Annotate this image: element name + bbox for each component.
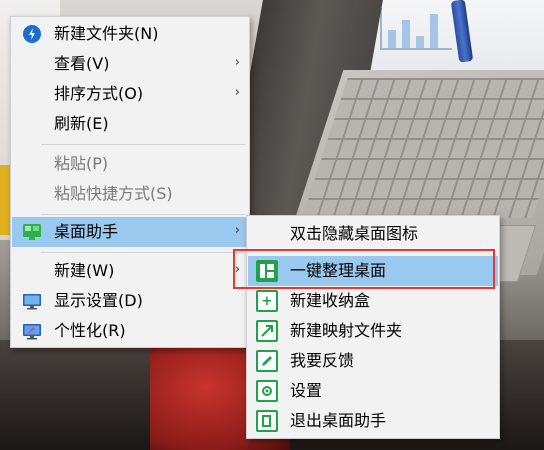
desktop-assistant-icon (22, 222, 42, 242)
submenu-item-feedback[interactable]: 我要反馈 (248, 346, 498, 376)
submenu-item-hide-desktop-icons[interactable]: 双击隐藏桌面图标 (248, 219, 498, 249)
menu-item-desktop-assistant[interactable]: 桌面助手 › (12, 217, 248, 247)
feedback-icon (256, 350, 278, 372)
map-folder-icon (256, 320, 278, 342)
annotation-highlight-box (233, 249, 495, 289)
submenu-item-new-mapped-folder[interactable]: 新建映射文件夹 (248, 316, 498, 346)
submenu-item-settings[interactable]: 设置 (248, 376, 498, 406)
menu-separator (41, 144, 245, 145)
menu-separator (41, 252, 245, 253)
personalize-icon (22, 321, 42, 341)
exit-icon (256, 410, 278, 432)
menu-item-sort-by[interactable]: 排序方式(O) › (12, 79, 248, 109)
menu-separator (41, 214, 245, 215)
settings-gear-icon (256, 380, 278, 402)
menu-item-paste-shortcut: 粘贴快捷方式(S) (54, 184, 173, 203)
chevron-right-icon: › (234, 223, 240, 238)
menu-item-view[interactable]: 查看(V) › (12, 49, 248, 79)
menu-item-refresh[interactable]: 刷新(E) (12, 109, 248, 139)
submenu-item-exit-assistant[interactable]: 退出桌面助手 (248, 406, 498, 436)
display-settings-icon (22, 291, 42, 311)
new-folder-icon (22, 24, 42, 44)
chevron-right-icon: › (234, 55, 240, 70)
menu-item-new-folder[interactable]: 新建文件夹(N) (12, 19, 248, 49)
background-chart (380, 8, 452, 50)
menu-item-paste: 粘贴(P) (54, 154, 109, 173)
menu-item-personalize[interactable]: 个性化(R) (12, 316, 248, 346)
chevron-right-icon: › (234, 85, 240, 100)
submenu-item-new-storage-box[interactable]: + 新建收纳盒 (248, 286, 498, 316)
desktop-context-menu: 新建文件夹(N) 查看(V) › 排序方式(O) › 刷新(E) 粘贴(P) 粘… (10, 16, 250, 348)
add-box-icon: + (256, 290, 278, 312)
menu-item-new[interactable]: 新建(W) › (12, 256, 248, 286)
menu-item-display-settings[interactable]: 显示设置(D) (12, 286, 248, 316)
